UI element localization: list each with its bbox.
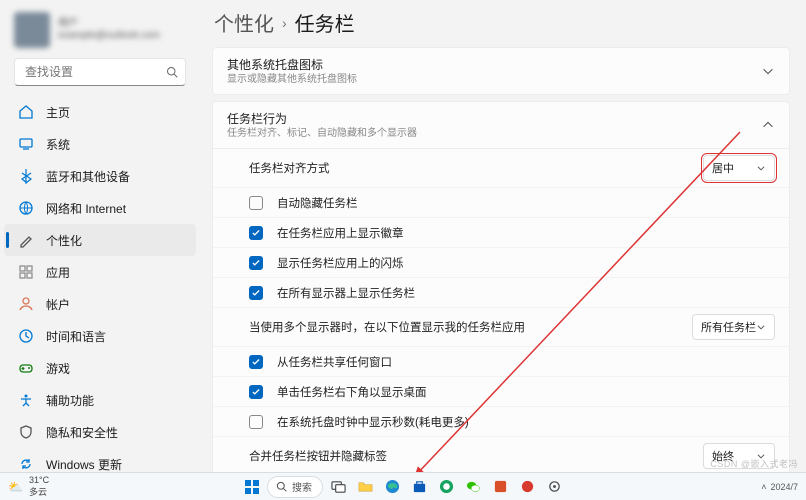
row-sharewindow[interactable]: 从任务栏共享任何窗口 <box>213 346 789 376</box>
nav-label: 系统 <box>46 136 70 153</box>
nav-item-privacy[interactable]: 隐私和安全性 <box>4 416 196 448</box>
wechat-icon[interactable] <box>461 475 485 499</box>
network-icon <box>18 200 34 216</box>
row-multidisplay: 当使用多个显示器时，在以下位置显示我的任务栏应用 所有任务栏 <box>213 307 789 346</box>
row-alignment: 任务栏对齐方式 居中 <box>213 149 789 187</box>
access-icon <box>18 392 34 408</box>
search-icon <box>166 66 178 78</box>
system-icon <box>18 136 34 152</box>
chevron-down-icon <box>761 64 775 78</box>
bluetooth-icon <box>18 168 34 184</box>
breadcrumb-parent[interactable]: 个性化 <box>214 8 274 37</box>
checkbox-badges[interactable] <box>249 226 263 240</box>
nav-item-gaming[interactable]: 游戏 <box>4 352 196 384</box>
nav-item-home[interactable]: 主页 <box>4 96 196 128</box>
taskbar: ⛅ 31°C 多云 搜索 ˄ 2024/7 <box>0 472 806 500</box>
search-icon <box>276 481 287 492</box>
chevron-down-icon <box>756 322 766 332</box>
settings-icon[interactable] <box>542 475 566 499</box>
nav-label: 隐私和安全性 <box>46 424 118 441</box>
privacy-icon <box>18 424 34 440</box>
tray-arrow-icon[interactable]: ˄ <box>761 482 766 492</box>
search-wrap <box>14 58 186 86</box>
nav-label: 应用 <box>46 264 70 281</box>
multidisplay-select[interactable]: 所有任务栏 <box>692 314 775 340</box>
home-icon <box>18 104 34 120</box>
row-flashing[interactable]: 显示任务栏应用上的闪烁 <box>213 247 789 277</box>
search-input[interactable] <box>14 58 186 86</box>
section-behavior: 任务栏行为 任务栏对齐、标记、自动隐藏和多个显示器 任务栏对齐方式 居中 自动隐… <box>212 101 790 472</box>
store-icon[interactable] <box>407 475 431 499</box>
row-autohide[interactable]: 自动隐藏任务栏 <box>213 187 789 217</box>
section-tray: 其他系统托盘图标 显示或隐藏其他系统托盘图标 <box>212 47 790 95</box>
row-badges[interactable]: 在任务栏应用上显示徽章 <box>213 217 789 247</box>
nav-label: 网络和 Internet <box>46 200 126 217</box>
explorer-icon[interactable] <box>353 475 377 499</box>
chevron-up-icon <box>761 118 775 132</box>
nav-item-system[interactable]: 系统 <box>4 128 196 160</box>
nav-label: Windows 更新 <box>46 456 122 473</box>
main-content: 个性化 › 任务栏 其他系统托盘图标 显示或隐藏其他系统托盘图标 任务栏行为 任… <box>200 0 806 472</box>
browser-icon[interactable] <box>434 475 458 499</box>
nav-list: 主页系统蓝牙和其他设备网络和 Internet 个性化应用帐户时间和语言游戏辅助功… <box>4 96 196 480</box>
nav-label: 辅助功能 <box>46 392 94 409</box>
row-alldisplays[interactable]: 在所有显示器上显示任务栏 <box>213 277 789 307</box>
row-combine: 合并任务栏按钮并隐藏标签 始终 <box>213 436 789 472</box>
apps-icon <box>18 264 34 280</box>
personalize-icon <box>18 232 34 248</box>
nav-item-personalize[interactable]: 个性化 <box>4 224 196 256</box>
nav-label: 游戏 <box>46 360 70 377</box>
settings-sidebar: 用户 example@outlook.com 主页系统蓝牙和其他设备网络和 In… <box>0 0 200 472</box>
profile-block[interactable]: 用户 example@outlook.com <box>4 8 196 58</box>
row-trayseconds[interactable]: 在系统托盘时钟中显示秒数(耗电更多) <box>213 406 789 436</box>
checkbox-trayseconds[interactable] <box>249 415 263 429</box>
checkbox-autohide[interactable] <box>249 196 263 210</box>
nav-label: 蓝牙和其他设备 <box>46 168 130 185</box>
taskbar-center: 搜索 <box>240 475 566 499</box>
checkbox-clickcorner[interactable] <box>249 385 263 399</box>
time-icon <box>18 328 34 344</box>
section-behavior-header[interactable]: 任务栏行为 任务栏对齐、标记、自动隐藏和多个显示器 <box>213 102 789 148</box>
behavior-rows: 任务栏对齐方式 居中 自动隐藏任务栏 在任务栏应用上显示徽章 显示 <box>213 148 789 472</box>
checkbox-alldisplays[interactable] <box>249 286 263 300</box>
nav-item-apps[interactable]: 应用 <box>4 256 196 288</box>
nav-item-access[interactable]: 辅助功能 <box>4 384 196 416</box>
nav-label: 帐户 <box>46 296 70 313</box>
app-icon-1[interactable] <box>488 475 512 499</box>
taskbar-weather[interactable]: ⛅ 31°C 多云 <box>0 475 49 498</box>
chevron-right-icon: › <box>282 15 287 31</box>
account-icon <box>18 296 34 312</box>
taskview-icon[interactable] <box>326 475 350 499</box>
nav-label: 个性化 <box>46 232 82 249</box>
watermark: CSDN @嵌入式老冯 <box>710 457 798 470</box>
taskbar-search[interactable]: 搜索 <box>267 476 323 498</box>
edge-icon[interactable] <box>380 475 404 499</box>
nav-item-time[interactable]: 时间和语言 <box>4 320 196 352</box>
app-icon-2[interactable] <box>515 475 539 499</box>
nav-item-bluetooth[interactable]: 蓝牙和其他设备 <box>4 160 196 192</box>
nav-label: 时间和语言 <box>46 328 106 345</box>
gaming-icon <box>18 360 34 376</box>
nav-label: 主页 <box>46 104 70 121</box>
taskbar-right[interactable]: ˄ 2024/7 <box>761 482 798 492</box>
start-button[interactable] <box>240 475 264 499</box>
checkbox-sharewindow[interactable] <box>249 355 263 369</box>
avatar <box>14 12 50 48</box>
nav-item-account[interactable]: 帐户 <box>4 288 196 320</box>
checkbox-flashing[interactable] <box>249 256 263 270</box>
section-tray-header[interactable]: 其他系统托盘图标 显示或隐藏其他系统托盘图标 <box>213 48 789 94</box>
breadcrumb-current: 任务栏 <box>295 8 355 37</box>
breadcrumb: 个性化 › 任务栏 <box>214 8 790 37</box>
nav-item-network[interactable]: 网络和 Internet <box>4 192 196 224</box>
chevron-down-icon <box>756 163 766 173</box>
weather-icon: ⛅ <box>8 480 23 494</box>
update-icon <box>18 456 34 472</box>
alignment-select[interactable]: 居中 <box>703 155 775 181</box>
row-clickcorner[interactable]: 单击任务栏右下角以显示桌面 <box>213 376 789 406</box>
